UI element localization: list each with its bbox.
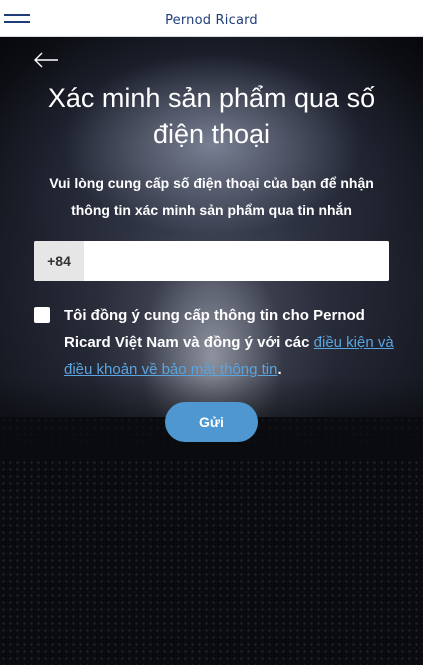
country-code-prefix: +84	[34, 241, 84, 281]
page-description: Vui lòng cung cấp số điện thoại của bạn …	[49, 175, 374, 218]
page-title: Xác minh sản phẩm qua số điện thoại	[47, 83, 376, 149]
brand-logo[interactable]: Pernod Ricard	[0, 13, 423, 28]
consent-checkbox[interactable]	[34, 307, 50, 323]
submit-button[interactable]: Gửi	[165, 402, 258, 442]
phone-number-input[interactable]	[84, 241, 389, 281]
top-header: Pernod Ricard	[0, 0, 423, 37]
consent-row: Tôi đồng ý cung cấp thông tin cho Pernod…	[34, 302, 394, 383]
arrow-left-icon[interactable]	[33, 51, 59, 69]
consent-text: Tôi đồng ý cung cấp thông tin cho Pernod…	[64, 302, 394, 383]
verification-panel: Xác minh sản phẩm qua số điện thoại Vui …	[0, 37, 423, 665]
consent-suffix: .	[277, 361, 282, 378]
phone-field: +84	[34, 241, 389, 281]
